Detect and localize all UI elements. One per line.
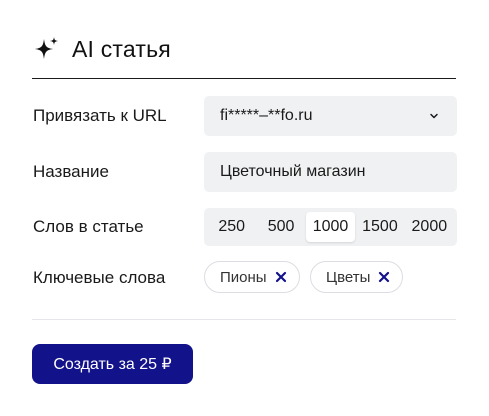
word-count-option-500[interactable]: 500 <box>256 212 305 242</box>
word-count-option-1000[interactable]: 1000 <box>305 212 356 242</box>
sparkle-icon <box>35 37 58 59</box>
keyword-chip-label: Цветы <box>326 268 371 286</box>
url-select[interactable]: fi*****–**fo.ru <box>204 96 457 136</box>
page-title: AI статья <box>72 35 171 62</box>
panel-header: AI статья <box>33 34 171 64</box>
create-article-button[interactable]: Создать за 25 ₽ <box>32 344 193 384</box>
name-input[interactable] <box>204 152 457 192</box>
keywords-label: Ключевые слова <box>33 268 166 287</box>
words-label: Слов в статье <box>33 217 144 236</box>
keyword-chip-label: Пионы <box>220 268 267 286</box>
word-count-selector: 250 500 1000 1500 2000 <box>204 208 457 246</box>
header-divider <box>32 78 456 79</box>
url-select-value: fi*****–**fo.ru <box>220 107 313 124</box>
chevron-down-icon <box>430 113 438 119</box>
word-count-option-2000[interactable]: 2000 <box>405 212 454 242</box>
keyword-chip: Цветы <box>310 261 404 293</box>
close-icon[interactable] <box>275 271 287 283</box>
footer-divider <box>32 319 456 320</box>
url-label: Привязать к URL <box>33 106 167 125</box>
close-icon[interactable] <box>378 271 390 283</box>
word-count-option-250[interactable]: 250 <box>207 212 256 242</box>
keyword-chip: Пионы <box>204 261 300 293</box>
name-label: Название <box>33 162 109 181</box>
word-count-option-1500[interactable]: 1500 <box>355 212 404 242</box>
